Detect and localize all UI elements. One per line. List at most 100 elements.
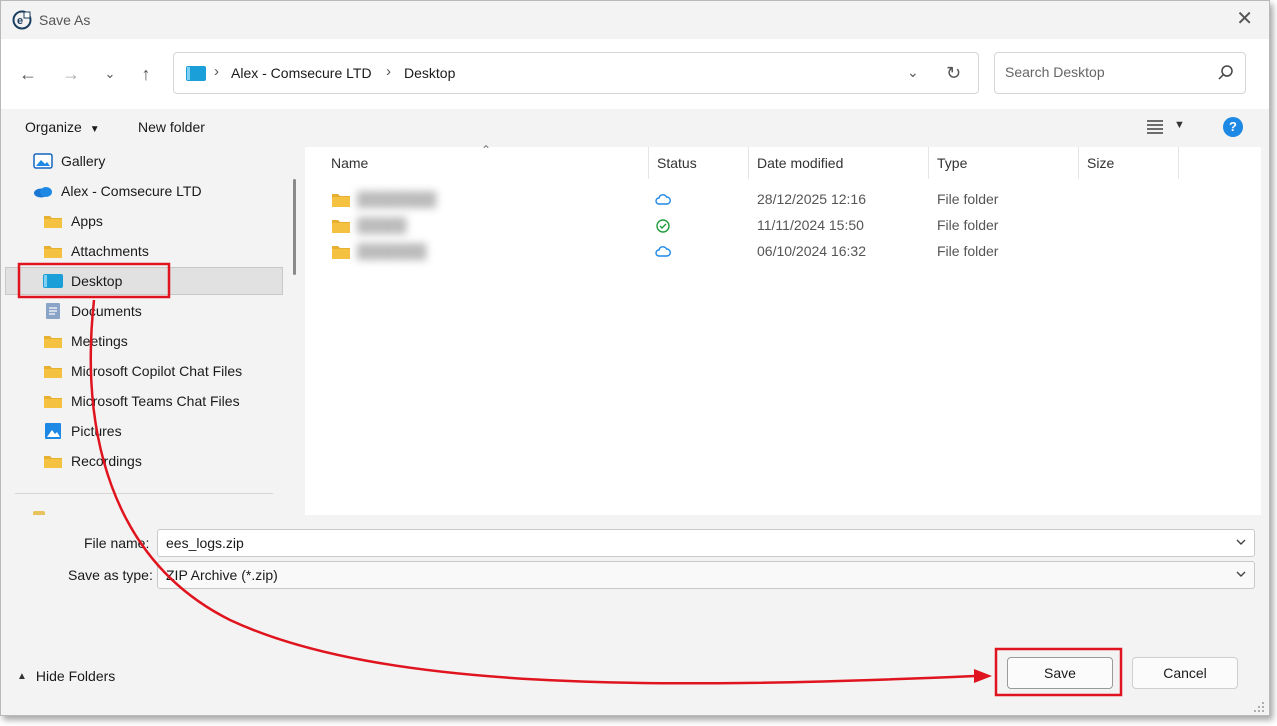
gallery-icon [33, 153, 53, 169]
table-row[interactable]: ████████ 28/12/2025 12:16 File folder [305, 187, 1261, 213]
sidebar-item-desktop[interactable]: Desktop [5, 267, 283, 295]
hide-folders-toggle[interactable]: ▲ Hide Folders [17, 668, 115, 684]
save-as-type-label: Save as type: [68, 567, 153, 583]
sidebar-item-attachments[interactable]: Attachments [43, 237, 149, 265]
sidebar-item-apps[interactable]: Apps [43, 207, 103, 235]
caret-up-icon: ▲ [17, 670, 27, 682]
breadcrumb-alex-comsecure[interactable]: Alex - Comsecure LTD [231, 65, 372, 81]
folder-icon [44, 396, 62, 408]
file-name: ███████ [357, 243, 427, 259]
eset-app-icon: e [12, 10, 32, 30]
back-arrow-icon[interactable]: ← [15, 61, 41, 87]
file-type: File folder [937, 217, 999, 233]
column-divider[interactable] [748, 147, 749, 179]
folder-icon [44, 366, 62, 378]
sidebar-item-meetings[interactable]: Meetings [43, 327, 128, 355]
recent-locations-chevron-icon[interactable]: ⌄ [97, 61, 123, 87]
help-icon[interactable]: ? [1223, 117, 1243, 137]
column-header-date-modified[interactable]: Date modified [757, 155, 843, 171]
column-header-size[interactable]: Size [1087, 155, 1114, 171]
save-as-type-value: ZIP Archive (*.zip) [166, 567, 278, 583]
file-type: File folder [937, 191, 999, 207]
title-bar: e Save As ✕ [1, 1, 1269, 39]
sidebar-item-label: Documents [71, 303, 142, 319]
sidebar-item-documents[interactable]: Documents [43, 297, 142, 325]
synced-check-icon [656, 219, 670, 233]
breadcrumb-desktop[interactable]: Desktop [404, 65, 455, 81]
hide-folders-label: Hide Folders [35, 668, 116, 684]
search-box[interactable] [994, 52, 1246, 94]
pictures-icon [45, 423, 61, 439]
sidebar-scrollbar[interactable] [293, 179, 296, 275]
file-name-field[interactable]: ees_logs.zip [157, 529, 1255, 557]
sidebar-item-label: Alex - Comsecure LTD [61, 183, 202, 199]
command-bar: Organize ▼ New folder ▼ ? [1, 109, 1269, 147]
organize-label: Organize [25, 119, 82, 135]
organize-button[interactable]: Organize ▼ [25, 119, 100, 135]
sidebar-item-label: Desktop [71, 273, 123, 289]
new-folder-button[interactable]: New folder [138, 119, 205, 135]
breadcrumb-separator-icon: › [214, 63, 219, 80]
column-divider[interactable] [1178, 147, 1179, 179]
sidebar-item-label: Microsoft Teams Chat Files [71, 393, 240, 409]
sidebar-item-label: Meetings [71, 333, 128, 349]
svg-text:e: e [17, 15, 23, 27]
sidebar-item-gallery[interactable]: Gallery [33, 147, 105, 175]
chevron-down-icon[interactable] [1234, 567, 1248, 581]
close-icon[interactable]: ✕ [1236, 9, 1253, 29]
search-icon [1218, 65, 1233, 80]
sidebar-item-alex-comsecure[interactable]: Alex - Comsecure LTD [33, 177, 202, 205]
view-details-icon[interactable] [1146, 119, 1164, 135]
navigation-pane: Gallery Alex - Comsecure LTD Apps Attach… [1, 147, 304, 515]
sidebar-item-label: Gallery [61, 153, 106, 169]
desktop-icon [186, 66, 206, 81]
save-button[interactable]: Save [1007, 657, 1113, 689]
cloud-icon [655, 246, 671, 257]
column-divider[interactable] [648, 147, 649, 179]
column-divider[interactable] [1078, 147, 1079, 179]
up-arrow-icon[interactable]: ↑ [133, 61, 159, 87]
window-title: Save As [39, 12, 91, 28]
sidebar-divider [15, 493, 273, 494]
documents-icon [46, 303, 60, 319]
cancel-button[interactable]: Cancel [1132, 657, 1238, 689]
file-name-label: File name: [84, 535, 150, 551]
sort-ascending-icon: ⌃ [481, 143, 492, 157]
column-divider[interactable] [928, 147, 929, 179]
save-as-type-select[interactable]: ZIP Archive (*.zip) [157, 561, 1255, 589]
address-bar[interactable]: › Alex - Comsecure LTD › Desktop ⌄ ↻ [173, 52, 979, 94]
folder-icon [332, 220, 350, 233]
sidebar-item-label: Pictures [71, 423, 122, 439]
sidebar-item-teams-chat-files[interactable]: Microsoft Teams Chat Files [43, 387, 240, 415]
forward-arrow-icon[interactable]: → [58, 61, 84, 87]
table-row[interactable]: █████ 11/11/2024 15:50 File folder [305, 213, 1261, 239]
dialog-footer: ▲ Hide Folders Save Cancel [1, 640, 1269, 715]
file-type: File folder [937, 243, 999, 259]
folder-icon [332, 194, 350, 207]
folder-icon [44, 336, 62, 348]
cloud-icon [655, 194, 671, 205]
resize-grip-icon[interactable] [1253, 701, 1265, 713]
view-dropdown-icon[interactable]: ▼ [1174, 119, 1185, 131]
file-name-value: ees_logs.zip [166, 535, 244, 551]
sidebar-item-pictures[interactable]: Pictures [43, 417, 122, 445]
folder-icon [332, 246, 350, 259]
navigation-bar: ← → ⌄ ↑ › Alex - Comsecure LTD › Desktop… [1, 39, 1269, 109]
chevron-down-icon[interactable] [1234, 535, 1248, 549]
column-header-status[interactable]: Status [657, 155, 697, 171]
search-input[interactable] [1005, 64, 1205, 80]
file-name: ████████ [357, 191, 437, 207]
column-header-type[interactable]: Type [937, 155, 967, 171]
column-header-name[interactable]: Name [331, 155, 368, 171]
address-dropdown-icon[interactable]: ⌄ [907, 64, 919, 81]
table-row[interactable]: ███████ 06/10/2024 16:32 File folder [305, 239, 1261, 265]
sidebar-item-recordings[interactable]: Recordings [43, 447, 142, 475]
breadcrumb-separator-icon: › [386, 63, 391, 80]
folder-icon [44, 456, 62, 468]
sidebar-item-copilot-chat-files[interactable]: Microsoft Copilot Chat Files [43, 357, 242, 385]
onedrive-cloud-icon [34, 187, 52, 198]
sidebar-item-label: Recordings [71, 453, 142, 469]
save-as-dialog: e Save As ✕ ← → ⌄ ↑ › Alex - Comsecure L… [0, 0, 1270, 716]
file-name: █████ [357, 217, 407, 233]
refresh-icon[interactable]: ↻ [946, 63, 961, 84]
